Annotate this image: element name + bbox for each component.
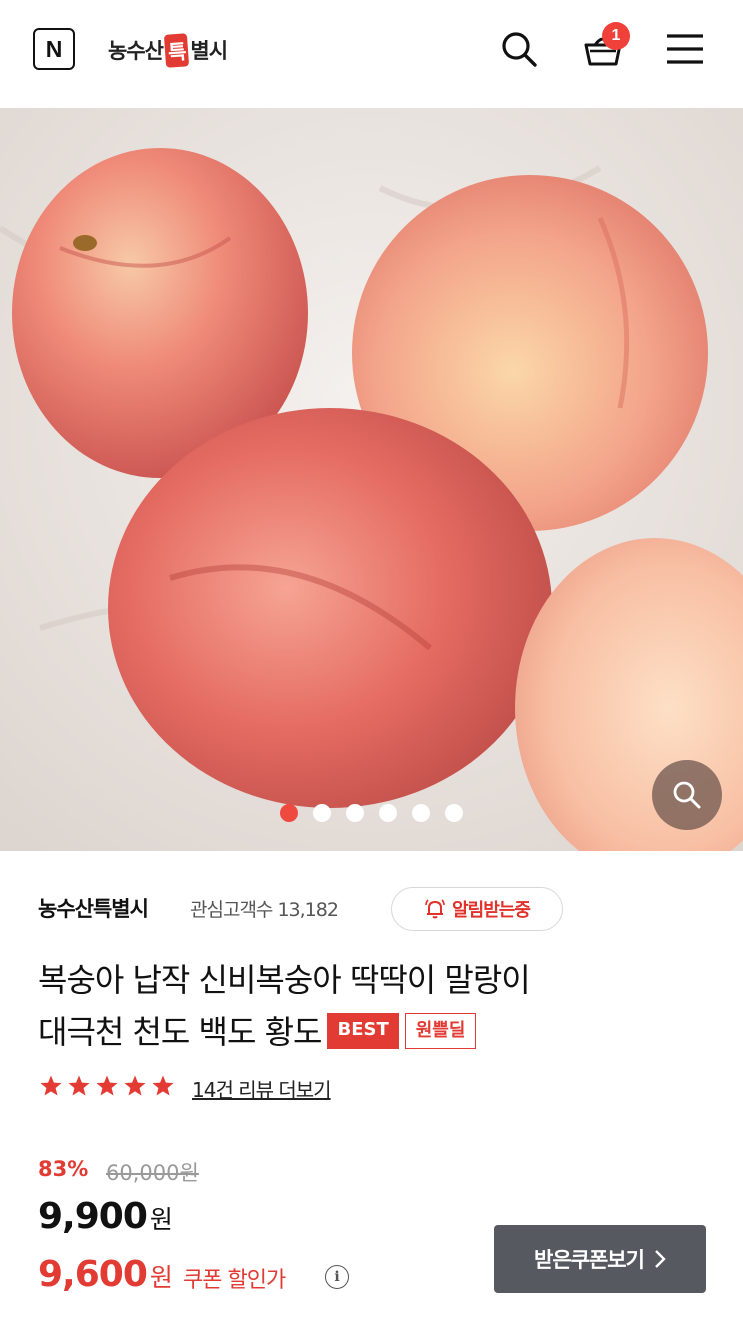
info-icon[interactable]: i [325, 1265, 349, 1289]
menu-button[interactable] [662, 26, 708, 72]
followers-count: 13,182 [277, 899, 338, 921]
product-title-line2: 대극천 천도 백도 황도 [38, 1013, 322, 1051]
search-icon [502, 32, 537, 67]
gallery-dot[interactable] [445, 804, 463, 822]
rating-stars [38, 1074, 176, 1098]
gallery-pagination [0, 803, 743, 823]
naver-logo[interactable]: N [33, 28, 75, 70]
followers-label: 관심고객수 [190, 899, 273, 921]
star-icon [96, 1075, 118, 1096]
hamburger-menu-icon [667, 34, 703, 64]
cart-button[interactable]: 1 [580, 22, 630, 72]
store-logo-badge: 특 [163, 32, 190, 68]
gallery-dot[interactable] [412, 804, 430, 822]
view-coupons-button[interactable]: 받은쿠폰보기 [494, 1225, 706, 1293]
store-logo[interactable]: 농수산 특 별시 [108, 32, 228, 68]
search-button[interactable] [496, 26, 542, 72]
coupon-price: 9,600 원 [38, 1254, 173, 1295]
gallery-dot[interactable] [346, 804, 364, 822]
coupon-price-value: 9,600 [38, 1254, 148, 1295]
product-photo-peaches [0, 108, 743, 851]
top-header: N 농수산 특 별시 1 [0, 0, 743, 108]
deal-tag: 원쁠딜 [404, 1013, 477, 1049]
star-icon [124, 1075, 146, 1096]
chevron-right-icon [655, 1250, 666, 1268]
product-title-line1: 복숭아 납작 신비복숭아 딱딱이 말랑이 [38, 961, 531, 999]
store-name[interactable]: 농수산특별시 [38, 893, 149, 923]
gallery-dot[interactable] [280, 804, 298, 822]
gallery-dot[interactable] [313, 804, 331, 822]
sale-price-value: 9,900 [38, 1196, 148, 1237]
coupon-price-label: 쿠폰 할인가 [183, 1268, 286, 1293]
original-price: 60,000원 [106, 1161, 199, 1185]
product-image-gallery[interactable] [0, 108, 743, 851]
product-title-line2-wrap: 대극천 천도 백도 황도 BEST 원쁠딜 [38, 1006, 718, 1058]
star-icon [40, 1075, 62, 1096]
sale-price: 9,900 원 [38, 1196, 173, 1237]
gallery-dot[interactable] [379, 804, 397, 822]
cart-count-badge: 1 [602, 22, 630, 50]
star-icon [68, 1075, 90, 1096]
followers-info: 관심고객수 13,182 [190, 895, 339, 922]
review-link[interactable]: 14건 리뷰 더보기 [192, 1074, 332, 1103]
star-icon [152, 1075, 174, 1096]
best-tag: BEST [327, 1013, 399, 1049]
alarm-label: 알림받는중 [452, 900, 531, 921]
sale-price-unit: 원 [149, 1205, 173, 1234]
store-logo-prefix: 농수산 [108, 39, 164, 63]
coupon-price-unit: 원 [149, 1263, 173, 1292]
store-logo-suffix: 별시 [190, 39, 228, 63]
view-coupons-label: 받은쿠폰보기 [534, 1248, 645, 1272]
product-title: 복숭아 납작 신비복숭아 딱딱이 말랑이 대극천 천도 백도 황도 BEST 원쁠딜 [38, 954, 718, 1058]
discount-rate: 83% [38, 1157, 89, 1181]
alarm-subscribe-button[interactable]: 알림받는중 [391, 887, 563, 931]
bell-icon [425, 899, 445, 919]
